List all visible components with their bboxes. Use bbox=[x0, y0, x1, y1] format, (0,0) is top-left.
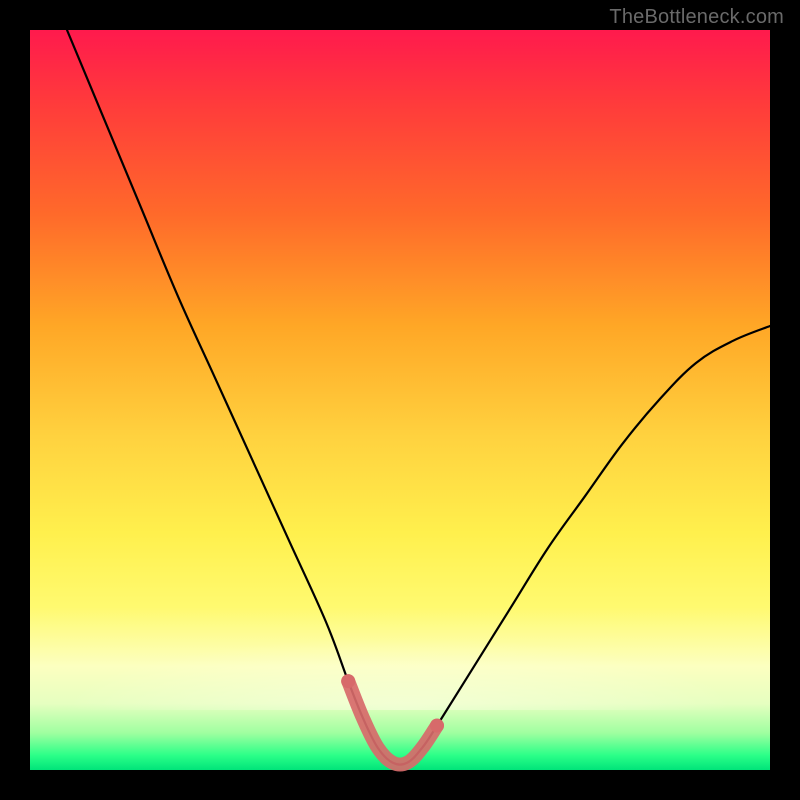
bottleneck-curve bbox=[67, 30, 770, 765]
chart-frame: TheBottleneck.com bbox=[0, 0, 800, 800]
highlight-endpoint-left bbox=[341, 674, 355, 688]
highlight-endpoint-right bbox=[430, 719, 444, 733]
optimal-highlight bbox=[348, 681, 437, 764]
chart-svg bbox=[30, 30, 770, 770]
watermark-text: TheBottleneck.com bbox=[609, 6, 784, 29]
